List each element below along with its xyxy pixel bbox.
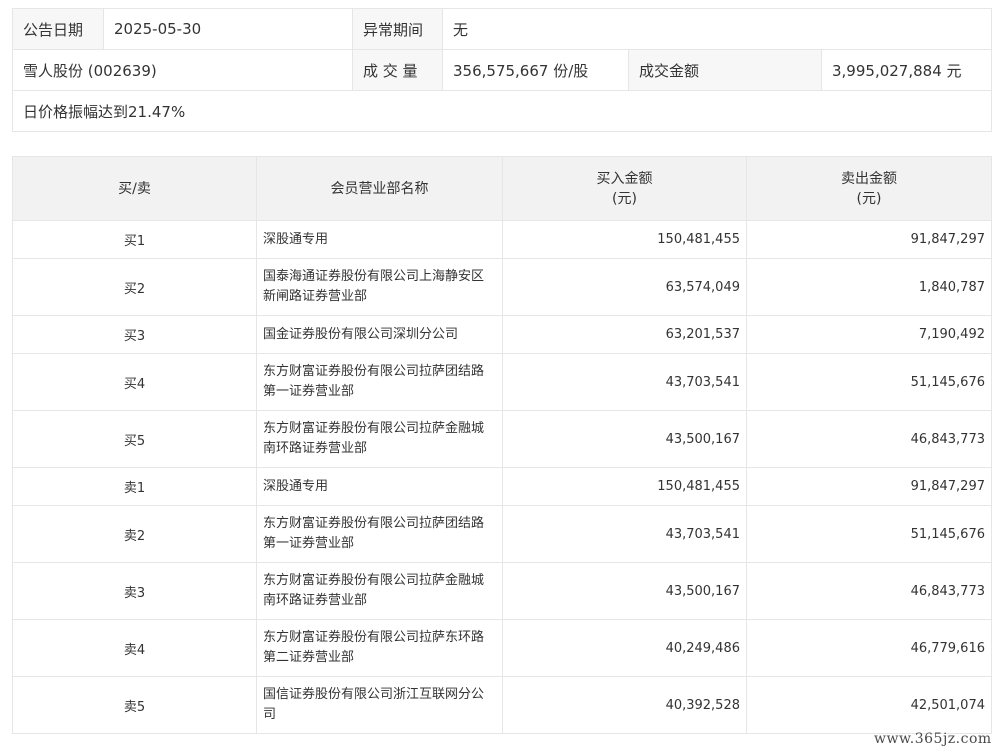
sell-amount-cell: 46,843,773 xyxy=(746,562,992,620)
info-row-reason: 日价格振幅达到21.47% xyxy=(12,90,992,132)
sell-amount-cell: 7,190,492 xyxy=(746,315,992,354)
broker-name-cell: 东方财富证券股份有限公司拉萨东环路第二证券营业部 xyxy=(256,619,503,677)
side-cell: 卖2 xyxy=(12,505,257,563)
abnormal-period-label: 异常期间 xyxy=(352,8,443,50)
table-row: 卖4 东方财富证券股份有限公司拉萨东环路第二证券营业部 40,249,486 46,7… xyxy=(12,619,992,677)
sell-amount-cell: 1,840,787 xyxy=(746,258,992,316)
volume-label: 成 交 量 xyxy=(352,49,443,91)
broker-name-cell: 国泰海通证券股份有限公司上海静安区新闸路证券营业部 xyxy=(256,258,503,316)
broker-name-cell: 东方财富证券股份有限公司拉萨团结路第一证券营业部 xyxy=(256,505,503,563)
stock-name: 雪人股份 (002639) xyxy=(12,49,353,91)
announcement-date-value: 2025-05-30 xyxy=(103,8,353,50)
broker-name-cell: 深股通专用 xyxy=(256,220,503,259)
table-row: 卖2 东方财富证券股份有限公司拉萨团结路第一证券营业部 43,703,541 51,1… xyxy=(12,505,992,563)
buy-amount-cell: 150,481,455 xyxy=(502,467,747,506)
side-cell: 卖1 xyxy=(12,467,257,506)
side-cell: 买3 xyxy=(12,315,257,354)
table-row: 买1 深股通专用 150,481,455 91,847,297 xyxy=(12,220,992,259)
table-header-row: 买/卖 会员营业部名称 买入金额 (元) 卖出金额 (元) xyxy=(12,156,992,221)
sell-amount-cell: 51,145,676 xyxy=(746,353,992,411)
sell-amount-cell: 91,847,297 xyxy=(746,467,992,506)
abnormal-period-value: 无 xyxy=(442,8,992,50)
header-buy-amount: 买入金额 (元) xyxy=(502,156,747,221)
info-row-date: 公告日期 2025-05-30 异常期间 无 xyxy=(12,8,992,50)
broker-trade-table: 买/卖 会员营业部名称 买入金额 (元) 卖出金额 (元) 买1 深股通专用 150,4… xyxy=(12,156,992,734)
broker-name-cell: 东方财富证券股份有限公司拉萨团结路第一证券营业部 xyxy=(256,353,503,411)
side-cell: 买5 xyxy=(12,410,257,468)
table-row: 卖3 东方财富证券股份有限公司拉萨金融城南环路证券营业部 43,500,167 46,… xyxy=(12,562,992,620)
sell-amount-cell: 46,843,773 xyxy=(746,410,992,468)
info-row-volume: 雪人股份 (002639) 成 交 量 356,575,667 份/股 成交金额… xyxy=(12,49,992,91)
table-row: 卖1 深股通专用 150,481,455 91,847,297 xyxy=(12,467,992,506)
table-row: 买5 东方财富证券股份有限公司拉萨金融城南环路证券营业部 43,500,167 46,… xyxy=(12,410,992,468)
buy-amount-cell: 150,481,455 xyxy=(502,220,747,259)
sell-amount-cell: 42,501,074 xyxy=(746,676,992,734)
buy-amount-cell: 43,500,167 xyxy=(502,410,747,468)
sell-amount-cell: 91,847,297 xyxy=(746,220,992,259)
sell-amount-cell: 46,779,616 xyxy=(746,619,992,677)
table-row: 卖5 国信证券股份有限公司浙江互联网分公司 40,392,528 42,501,074 xyxy=(12,676,992,734)
volume-value: 356,575,667 份/股 xyxy=(442,49,629,91)
amount-value: 3,995,027,884 元 xyxy=(821,49,992,91)
broker-name-cell: 国金证券股份有限公司深圳分公司 xyxy=(256,315,503,354)
sell-amount-cell: 51,145,676 xyxy=(746,505,992,563)
buy-amount-cell: 63,201,537 xyxy=(502,315,747,354)
announcement-info-table: 公告日期 2025-05-30 异常期间 无 雪人股份 (002639) 成 交… xyxy=(12,8,992,132)
table-row: 买2 国泰海通证券股份有限公司上海静安区新闸路证券营业部 63,574,049 1,8… xyxy=(12,258,992,316)
buy-amount-cell: 63,574,049 xyxy=(502,258,747,316)
table-row: 买3 国金证券股份有限公司深圳分公司 63,201,537 7,190,492 xyxy=(12,315,992,354)
header-sell-amount: 卖出金额 (元) xyxy=(746,156,992,221)
header-broker-name: 会员营业部名称 xyxy=(256,156,503,221)
broker-name-cell: 东方财富证券股份有限公司拉萨金融城南环路证券营业部 xyxy=(256,410,503,468)
table-row: 买4 东方财富证券股份有限公司拉萨团结路第一证券营业部 43,703,541 51,1… xyxy=(12,353,992,411)
buy-amount-cell: 40,392,528 xyxy=(502,676,747,734)
side-cell: 卖3 xyxy=(12,562,257,620)
broker-name-cell: 国信证券股份有限公司浙江互联网分公司 xyxy=(256,676,503,734)
broker-name-cell: 东方财富证券股份有限公司拉萨金融城南环路证券营业部 xyxy=(256,562,503,620)
header-side: 买/卖 xyxy=(12,156,257,221)
amount-label: 成交金额 xyxy=(628,49,822,91)
abnormal-reason: 日价格振幅达到21.47% xyxy=(12,90,992,132)
side-cell: 卖5 xyxy=(12,676,257,734)
side-cell: 卖4 xyxy=(12,619,257,677)
announcement-date-label: 公告日期 xyxy=(12,8,104,50)
buy-amount-cell: 43,500,167 xyxy=(502,562,747,620)
side-cell: 买4 xyxy=(12,353,257,411)
site-watermark: www.365jz.com xyxy=(874,731,992,747)
buy-amount-cell: 43,703,541 xyxy=(502,505,747,563)
buy-amount-cell: 43,703,541 xyxy=(502,353,747,411)
side-cell: 买1 xyxy=(12,220,257,259)
broker-name-cell: 深股通专用 xyxy=(256,467,503,506)
buy-amount-cell: 40,249,486 xyxy=(502,619,747,677)
side-cell: 买2 xyxy=(12,258,257,316)
